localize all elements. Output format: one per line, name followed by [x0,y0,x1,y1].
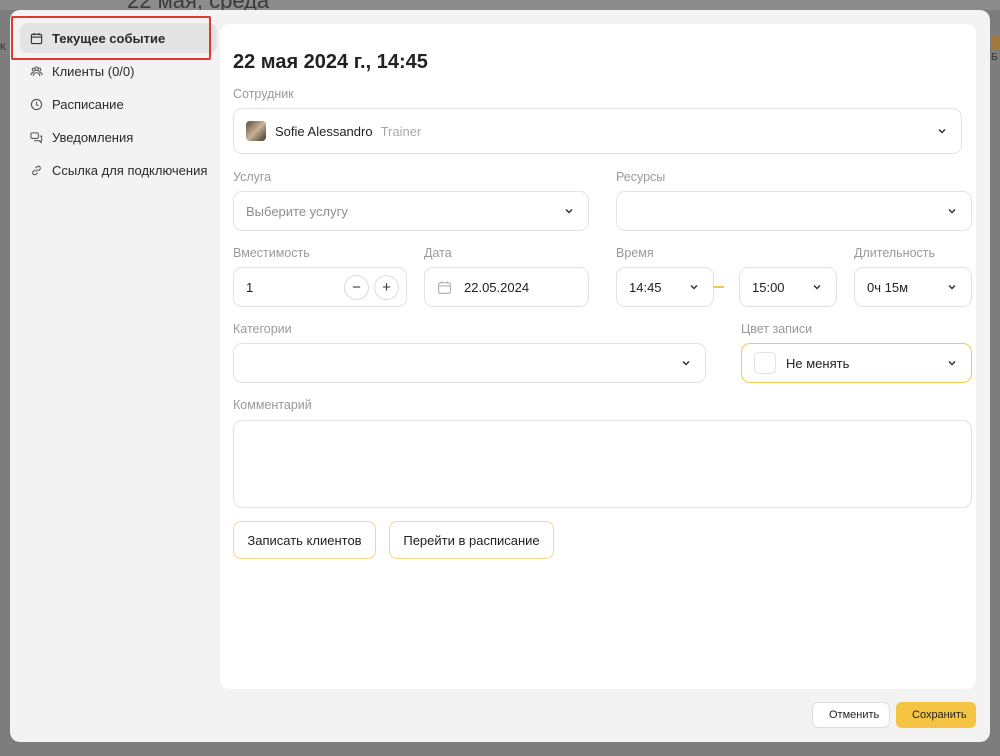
save-button[interactable]: Сохранить [896,702,976,728]
clock-icon [30,98,43,110]
sidebar-item-label: Уведомления [52,129,134,145]
background-left-text: К [0,42,6,53]
capacity-label: Вместимость [233,246,310,260]
duration-value: 0ч 15м [867,279,909,295]
calendar-icon [438,280,451,294]
comment-label: Комментарий [233,398,312,412]
date-field[interactable]: 22.05.2024 [424,267,589,307]
employee-name: Sofie Alessandro [275,123,373,139]
categories-label: Категории [233,322,292,336]
chevron-down-icon [948,208,956,214]
chevron-down-icon [682,360,690,366]
chevron-down-icon [938,128,946,134]
sidebar-item-label: Клиенты (0/0) [52,63,135,79]
duration-label: Длительность [854,246,936,260]
sidebar-item-label: Расписание [52,96,124,112]
chevron-down-icon [690,284,698,290]
cancel-label: Отменить [829,709,880,721]
date-label: Дата [424,246,452,260]
sidebar-item-current-event[interactable]: Текущее событие [20,23,217,53]
page-title: 22 мая 2024 г., 14:45 [233,51,428,73]
record-color-select[interactable]: Не менять [741,343,972,383]
decrement-button[interactable]: − [344,275,369,300]
color-swatch [754,352,776,374]
sidebar-item-notifications[interactable]: Уведомления [20,122,217,152]
time-start-value: 14:45 [629,279,662,295]
link-icon [32,165,41,175]
go-to-schedule-button[interactable]: Перейти в расписание [389,521,554,559]
color-label: Цвет записи [741,322,813,336]
sidebar-item-connection-link[interactable]: Ссылка для подключения [20,155,217,185]
time-label: Время [616,246,654,260]
chevron-down-icon [813,284,821,290]
service-select[interactable]: Выберите услугу [233,191,589,231]
capacity-stepper[interactable]: 1 − + [233,267,407,307]
comment-textarea[interactable] [233,420,972,508]
background-avatar [991,36,1000,50]
calendar-icon [30,32,43,44]
sidebar-item-schedule[interactable]: Расписание [20,89,217,119]
avatar [246,121,266,141]
chat-icon [30,131,43,144]
employee-role: Trainer [380,123,422,139]
time-range-dash [713,286,724,288]
duration-select[interactable]: 0ч 15м [854,267,972,307]
sidebar-item-clients[interactable]: Клиенты (0/0) [20,56,217,86]
event-modal: Текущее событие Клиенты (0/0) Расписание… [10,10,990,742]
book-clients-button[interactable]: Записать клиентов [233,521,376,559]
time-end-value: 15:00 [752,279,785,295]
employee-label: Сотрудник [233,87,294,101]
background-right-text: Б [991,52,998,63]
sidebar-item-label: Текущее событие [52,30,166,46]
chevron-down-icon [948,284,956,290]
time-end-select[interactable]: 15:00 [739,267,837,307]
service-placeholder: Выберите услугу [246,203,348,219]
users-icon [30,66,43,76]
capacity-value: 1 [246,279,254,295]
increment-button[interactable]: + [374,275,399,300]
time-start-select[interactable]: 14:45 [616,267,714,307]
event-form: 22 мая 2024 г., 14:45 Сотрудник Sofie Al… [220,24,976,689]
service-label: Услуга [233,170,272,184]
employee-select[interactable]: Sofie Alessandro Trainer [233,108,962,154]
record-color-value: Не менять [786,355,850,371]
chevron-down-icon [948,360,956,366]
date-value: 22.05.2024 [464,279,530,295]
resources-select[interactable] [616,191,972,231]
chevron-down-icon [565,208,573,214]
save-label: Сохранить [912,709,967,721]
resources-label: Ресурсы [616,170,666,184]
categories-select[interactable] [233,343,706,383]
cancel-button[interactable]: Отменить [812,702,890,728]
sidebar-item-label: Ссылка для подключения [52,162,208,178]
modal-sidebar: Текущее событие Клиенты (0/0) Расписание… [10,10,220,742]
